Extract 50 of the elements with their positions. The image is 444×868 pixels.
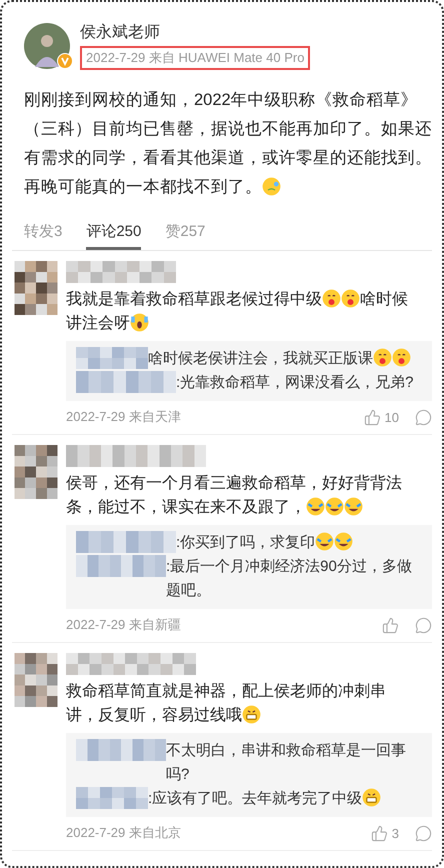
post-text: 刚刚接到网校的通知，2022年中级职称《救命稻草》: [24, 90, 418, 111]
comment-date: 2022-7-29 来自天津: [66, 408, 182, 426]
like-icon[interactable]: [370, 824, 388, 842]
tab[interactable]: 评论250: [86, 222, 142, 250]
emoji-icon: [392, 348, 411, 367]
pixelated-avatar: [14, 653, 58, 707]
like-icon[interactable]: [364, 408, 381, 426]
reply-text: :最后一个月冲刺经济法90分过，多做题吧。: [166, 557, 413, 601]
comment-text: 我就是靠着救命稻草跟老候过得中级: [66, 290, 322, 310]
like-icon[interactable]: [382, 616, 399, 634]
pixelated-avatar: [14, 261, 58, 315]
emoji-icon: [315, 532, 334, 551]
emoji-icon: [242, 705, 261, 724]
comment-date: 2022-7-29 来自北京: [66, 824, 182, 842]
pixelated-name: [76, 347, 148, 369]
reply-text: :光靠救命稻草，网课没看么，兄弟?: [176, 373, 414, 393]
comment-text: 讲，反复听，容易过线哦: [66, 706, 242, 726]
emoji-icon: [341, 289, 360, 308]
comment-text: 啥时候: [360, 290, 408, 310]
comment-text: 侯哥，还有一个月看三遍救命稻草，好好背背法: [66, 474, 402, 494]
comment-text: 救命稻草简直就是神器，配上侯老师的冲刺串: [66, 682, 386, 702]
reply-text: :你买到了吗，求复印: [176, 533, 316, 553]
comment-date: 2022-7-29 来自新疆: [66, 616, 182, 634]
avatar: [24, 23, 70, 69]
emoji-icon: [130, 313, 149, 332]
reply-text: :应该有了吧。去年就考完了中级: [148, 789, 362, 809]
comment-icon[interactable]: [415, 616, 432, 634]
emoji-icon: [373, 348, 392, 367]
post-meta: 2022-7-29 来自 HUAWEI Mate 40 Pro: [80, 46, 310, 70]
pixelated-name: [76, 787, 148, 809]
reply-text: 不太明白，串讲和救命稻草是一回事吗?: [166, 741, 407, 785]
emoji-icon: [362, 788, 382, 807]
comment-icon[interactable]: [415, 824, 432, 842]
reply-text: 啥时候老侯讲注会，我就买正版课: [148, 349, 373, 369]
post-text: 再晚可能真的一本都找不到了。: [24, 177, 262, 198]
post-text: 有需求的同学，看看其他渠道，或许零星的还能找到。: [24, 148, 432, 169]
emoji-icon: [334, 532, 354, 551]
comment-text: 条，能过不，课实在来不及跟了，: [66, 498, 306, 518]
post-text: （三科）目前均已售罄，据说也不能再加印了。如果还: [24, 119, 432, 140]
pixelated-avatar: [14, 445, 58, 499]
emoji-icon: [322, 289, 341, 308]
emoji-icon: [325, 497, 344, 516]
author-name[interactable]: 侯永斌老师: [80, 22, 310, 43]
comment-text: 讲注会呀: [66, 314, 130, 334]
like-count: 3: [392, 826, 399, 840]
emoji-icon: [262, 177, 281, 196]
emoji-icon: [306, 497, 325, 516]
like-count: 10: [384, 410, 399, 424]
comment-icon[interactable]: [415, 408, 432, 426]
emoji-icon: [344, 497, 363, 516]
